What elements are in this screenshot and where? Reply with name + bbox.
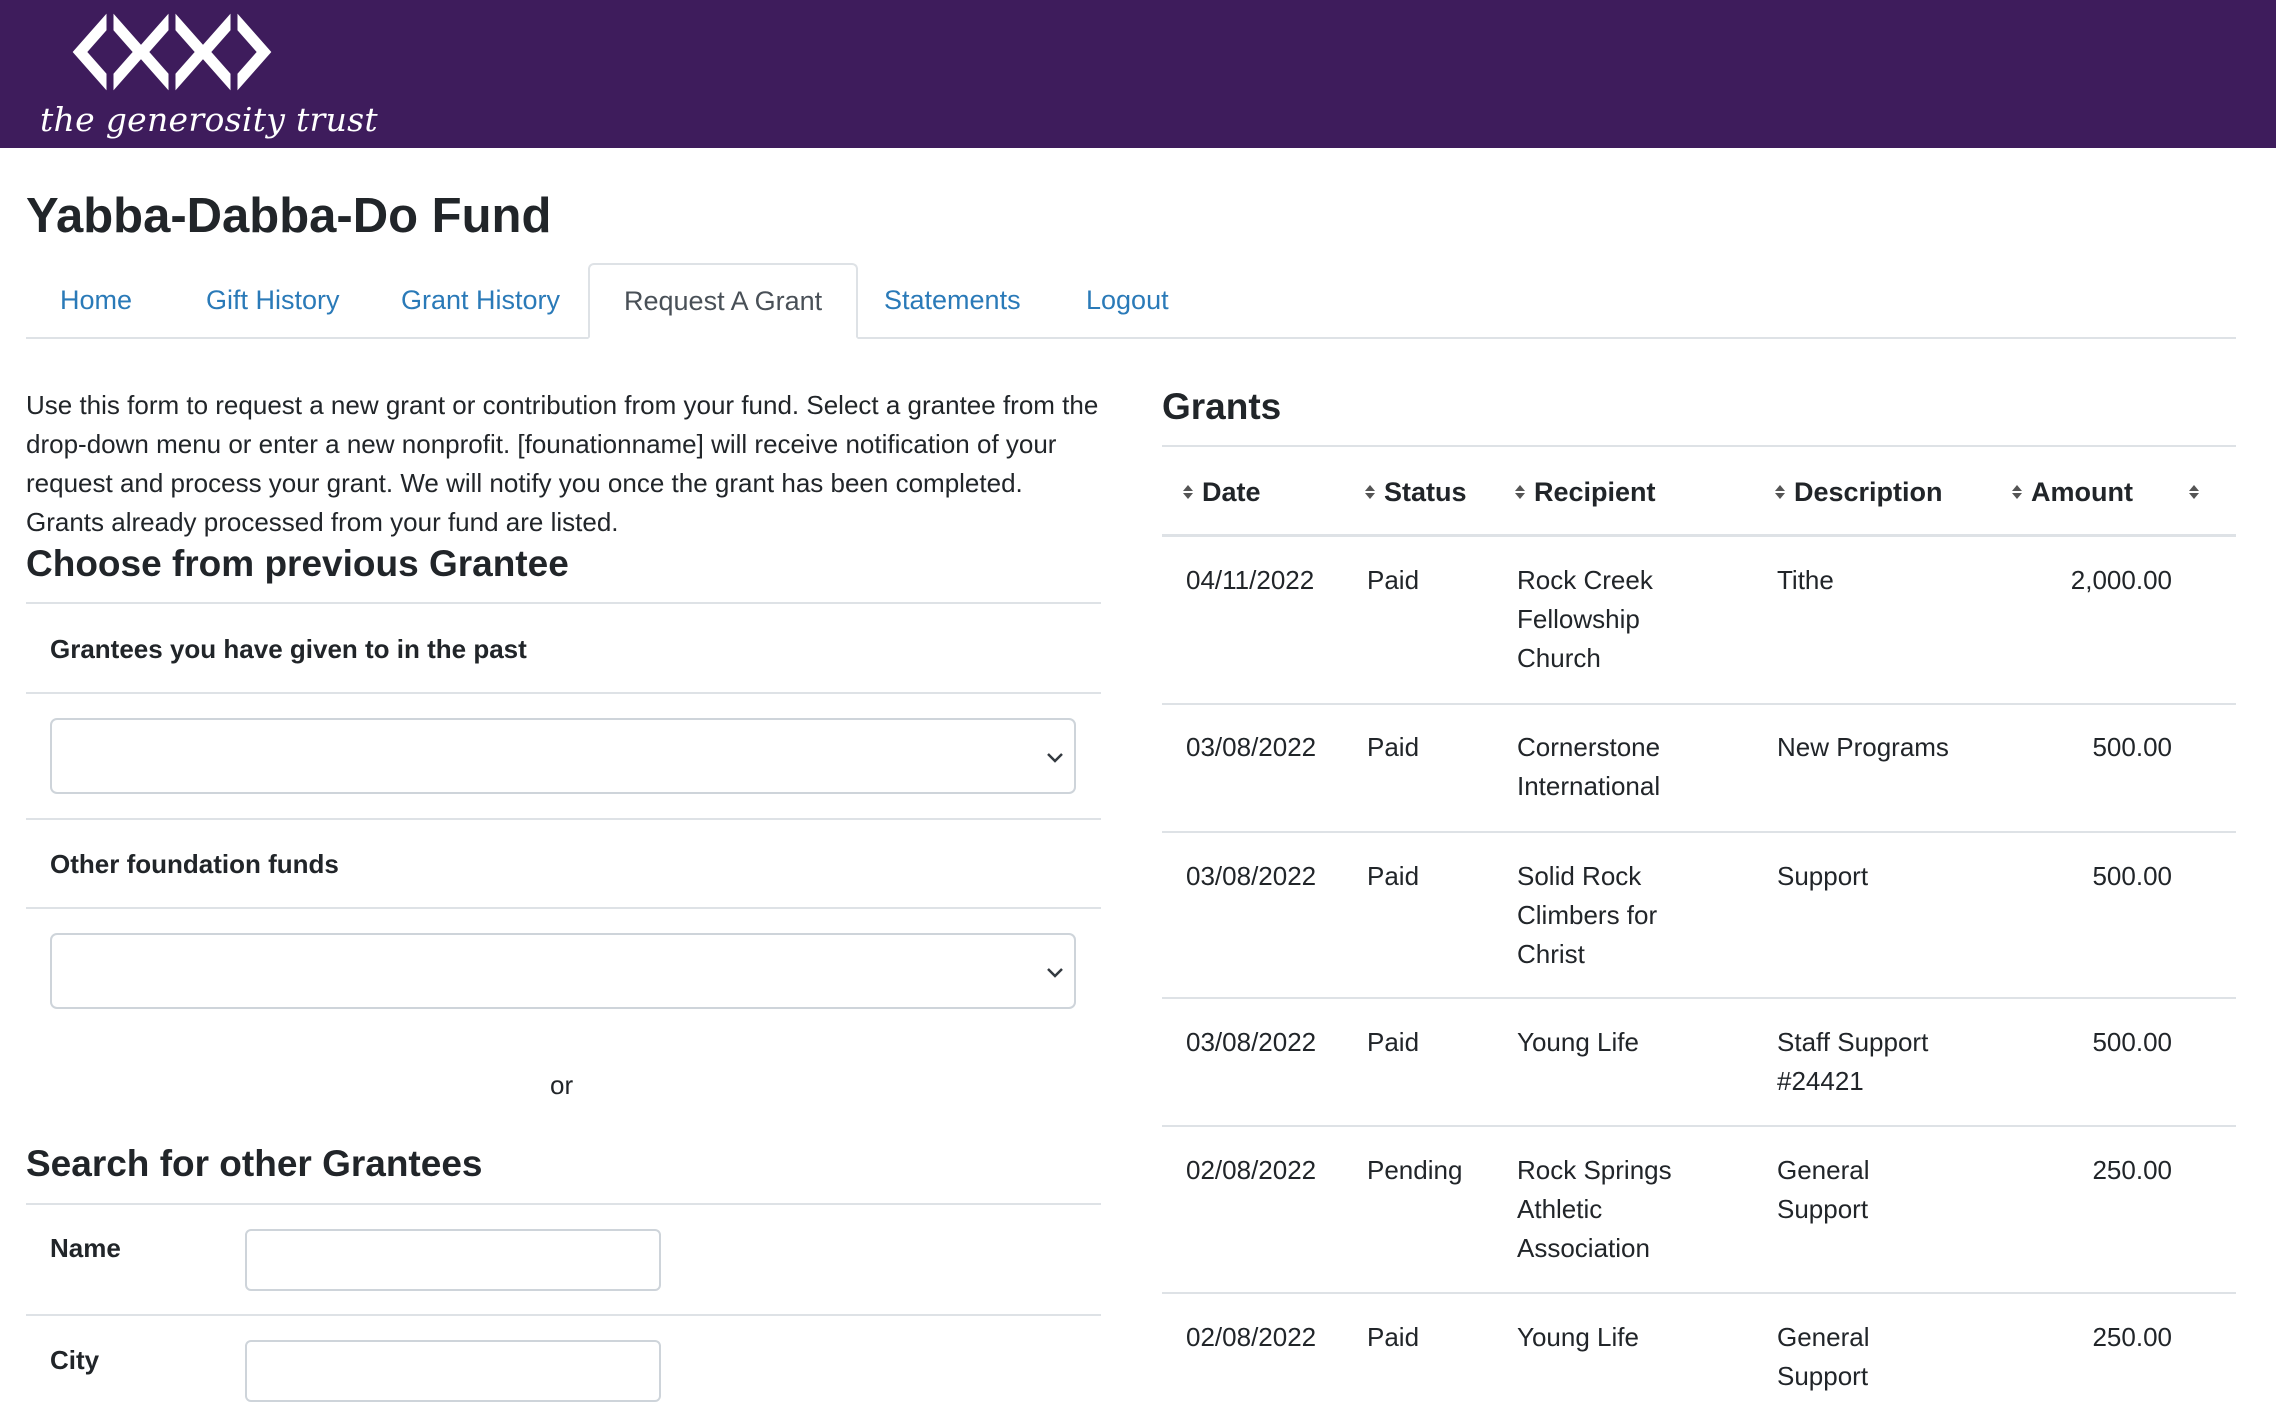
logo-mark-icon xyxy=(72,12,272,94)
sort-icon xyxy=(2012,484,2022,499)
cell-status: Paid xyxy=(1367,1027,1420,1057)
cell-recipient: Solid Rock Climbers for Christ xyxy=(1517,861,1658,969)
cell-description: General Support xyxy=(1777,1155,1870,1224)
cell-amount: 500.00 xyxy=(2092,732,2172,762)
column-header-label: Amount xyxy=(2031,477,2133,507)
cell-status: Pending xyxy=(1367,1155,1463,1185)
cell-date: 03/08/2022 xyxy=(1186,1027,1317,1057)
past-grantees-label: Grantees you have given to in the past xyxy=(50,634,527,664)
tab-gift-history[interactable]: Gift History xyxy=(172,263,374,337)
sort-icon xyxy=(1365,484,1375,499)
column-header-label: Description xyxy=(1794,477,1943,507)
tab-request-a-grant[interactable]: Request A Grant xyxy=(588,263,859,339)
previous-grantee-heading: Choose from previous Grantee xyxy=(26,543,569,584)
divider xyxy=(26,907,1101,909)
or-separator: or xyxy=(550,1070,574,1100)
page-title: Yabba-Dabba-Do Fund xyxy=(26,189,552,243)
search-grantees-heading: Search for other Grantees xyxy=(26,1143,483,1184)
cell-recipient: Rock Springs Athletic Association xyxy=(1517,1155,1672,1263)
column-header-amount[interactable]: Amount xyxy=(2011,445,2133,535)
grants-heading: Grants xyxy=(1162,386,1282,427)
cell-date: 03/08/2022 xyxy=(1186,732,1317,762)
intro-text: Use this form to request a new grant or … xyxy=(26,390,1099,537)
cell-status: Paid xyxy=(1367,861,1420,891)
cell-status: Paid xyxy=(1367,1322,1420,1352)
cell-amount: 500.00 xyxy=(2092,1027,2172,1057)
cell-date: 03/08/2022 xyxy=(1186,861,1317,891)
past-grantees-select[interactable] xyxy=(50,718,1076,794)
site-header: the generosity trust xyxy=(0,0,2276,148)
cell-recipient: Young Life xyxy=(1517,1027,1639,1057)
table-row-border xyxy=(1162,1292,2236,1294)
sort-icon xyxy=(1183,484,1193,499)
column-header-actions[interactable] xyxy=(2188,445,2208,535)
table-row-border xyxy=(1162,831,2236,833)
sort-icon xyxy=(2189,484,2199,499)
column-header-label: Date xyxy=(1202,477,1261,507)
tab-grant-history[interactable]: Grant History xyxy=(367,263,594,337)
name-input[interactable] xyxy=(245,1229,661,1291)
column-header-description[interactable]: Description xyxy=(1774,445,1943,535)
column-header-label: Status xyxy=(1384,477,1467,507)
chevron-down-icon xyxy=(1047,753,1063,763)
sort-icon xyxy=(1515,484,1525,499)
other-funds-label: Other foundation funds xyxy=(50,849,339,879)
cell-recipient: Young Life xyxy=(1517,1322,1639,1352)
divider xyxy=(26,692,1101,694)
logo-text: the generosity trust xyxy=(40,100,378,139)
chevron-down-icon xyxy=(1047,968,1063,978)
table-row-border xyxy=(1162,703,2236,705)
cell-recipient: Cornerstone International xyxy=(1517,732,1661,801)
cell-recipient: Rock Creek Fellowship Church xyxy=(1517,565,1653,673)
column-header-status[interactable]: Status xyxy=(1364,445,1467,535)
tab-logout[interactable]: Logout xyxy=(1052,263,1203,337)
name-label: Name xyxy=(50,1233,121,1263)
tab-statements[interactable]: Statements xyxy=(850,263,1055,337)
cell-amount: 500.00 xyxy=(2092,861,2172,891)
column-header-recipient[interactable]: Recipient xyxy=(1514,445,1656,535)
cell-description: Tithe xyxy=(1777,565,1834,595)
cell-status: Paid xyxy=(1367,732,1420,762)
tab-home[interactable]: Home xyxy=(26,263,166,337)
divider xyxy=(26,1314,1101,1316)
column-header-label: Recipient xyxy=(1534,477,1656,507)
cell-description: Staff Support #24421 xyxy=(1777,1027,1929,1096)
cell-date: 02/08/2022 xyxy=(1186,1155,1317,1185)
cell-date: 04/11/2022 xyxy=(1186,565,1315,595)
cell-amount: 250.00 xyxy=(2092,1155,2172,1185)
cell-amount: 250.00 xyxy=(2092,1322,2172,1352)
city-input[interactable] xyxy=(245,1340,661,1402)
other-funds-select[interactable] xyxy=(50,933,1076,1009)
sort-icon xyxy=(1775,484,1785,499)
cell-amount: 2,000.00 xyxy=(2070,565,2172,595)
cell-description: Support xyxy=(1777,861,1869,891)
divider xyxy=(26,1203,1101,1205)
cell-description: General Support xyxy=(1777,1322,1870,1391)
generosity-trust-logo[interactable]: the generosity trust xyxy=(40,12,378,148)
divider xyxy=(26,602,1101,604)
table-header-border xyxy=(1162,534,2236,537)
city-label: City xyxy=(50,1345,100,1375)
table-row-border xyxy=(1162,997,2236,999)
cell-description: New Programs xyxy=(1777,732,1949,762)
cell-date: 02/08/2022 xyxy=(1186,1322,1317,1352)
divider xyxy=(26,818,1101,820)
cell-status: Paid xyxy=(1367,565,1420,595)
table-row-border xyxy=(1162,1125,2236,1127)
nav-tabs: Home Gift History Grant History Request … xyxy=(26,263,2236,339)
column-header-date[interactable]: Date xyxy=(1182,445,1261,535)
